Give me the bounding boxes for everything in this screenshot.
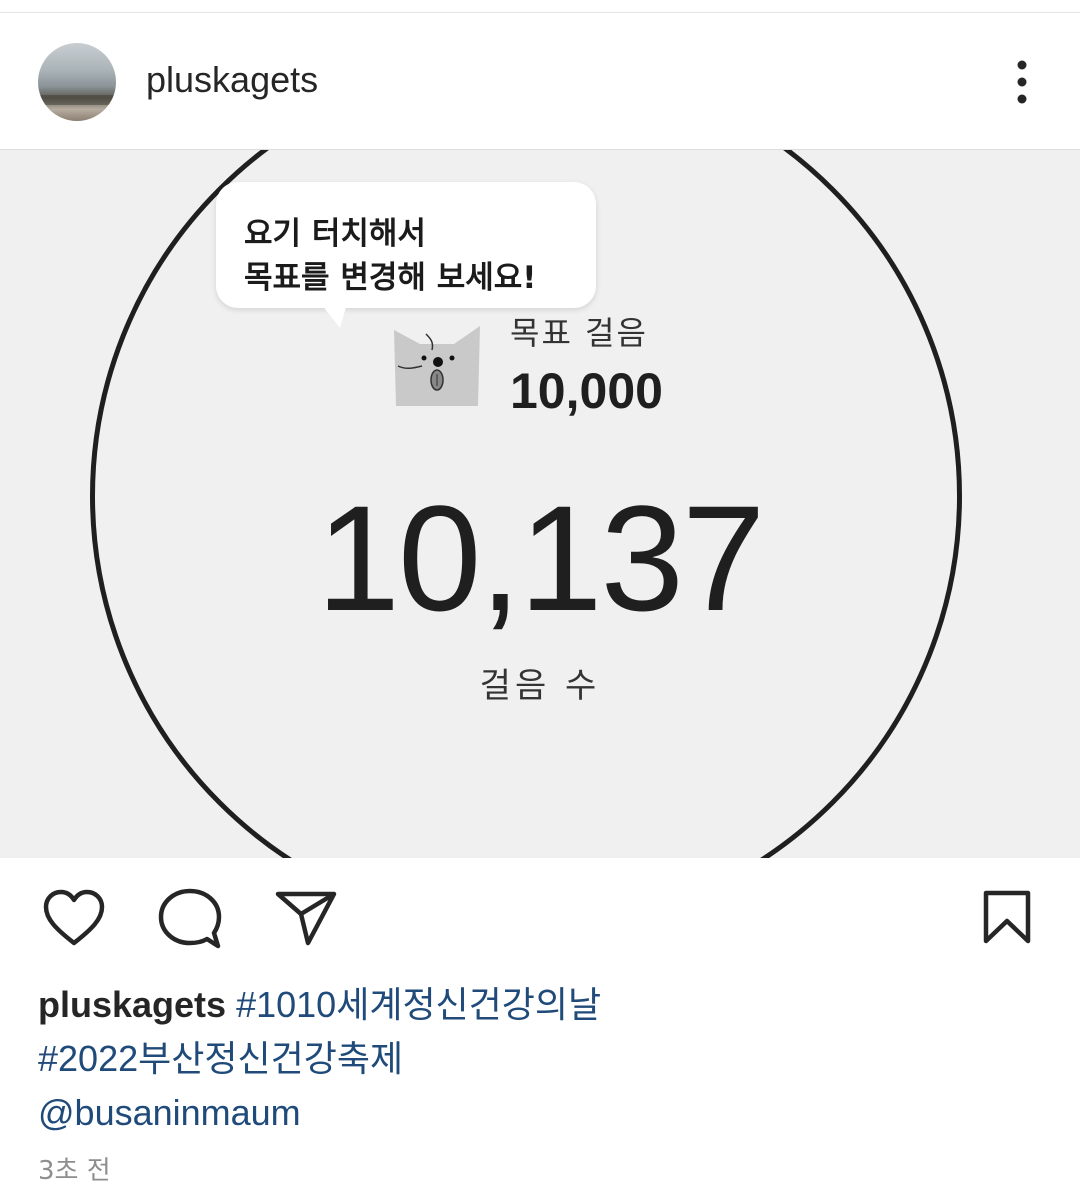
step-label: 걸음 수	[479, 666, 601, 706]
goal-label: 목표 걸음	[510, 314, 648, 352]
bubble-tail	[318, 300, 348, 328]
speech-bubble: 요기 터치해서 목표를 변경해 보세요!	[216, 182, 596, 308]
save-button[interactable]	[982, 889, 1032, 949]
send-icon	[275, 891, 337, 946]
bubble-line-2: 목표를 변경해 보세요!	[244, 260, 537, 296]
more-options-button[interactable]	[1000, 59, 1044, 105]
hashtag-link[interactable]: #1010세계정신건강의날	[236, 984, 601, 1025]
hashtag-link[interactable]: #2022부산정신건강축제	[38, 1038, 403, 1079]
post-media[interactable]: 요기 터치해서 목표를 변경해 보세요! 목표 걸음 10,000 10,137…	[0, 149, 1080, 858]
caption-username[interactable]: pluskagets	[38, 984, 226, 1025]
post-timestamp: 3초 전	[38, 1156, 111, 1186]
action-bar	[0, 857, 1080, 977]
step-count: 10,137	[316, 474, 766, 642]
share-button[interactable]	[274, 889, 338, 951]
more-vertical-icon	[1017, 60, 1027, 104]
goal-value[interactable]: 10,000	[510, 362, 663, 420]
heart-icon	[43, 889, 105, 946]
bookmark-icon	[983, 890, 1031, 944]
bubble-line-1: 요기 터치해서	[244, 216, 426, 252]
comment-icon	[158, 888, 222, 949]
mention-link[interactable]: @busaninmaum	[38, 1092, 301, 1133]
like-button[interactable]	[42, 889, 106, 951]
avatar[interactable]	[38, 43, 116, 121]
post-username[interactable]: pluskagets	[146, 59, 318, 101]
post-caption: pluskagets #1010세계정신건강의날 #2022부산정신건강축제 @…	[38, 978, 1048, 1140]
post-header: pluskagets	[0, 13, 1080, 149]
mascot-icon	[394, 326, 480, 406]
comment-button[interactable]	[158, 887, 222, 955]
